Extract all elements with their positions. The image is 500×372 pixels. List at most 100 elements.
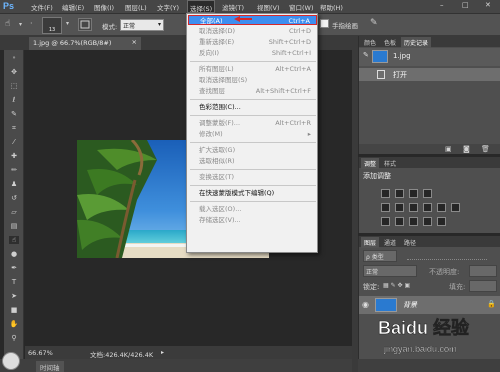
menu-help[interactable]: 帮助(H) [320,2,343,12]
invert-icon[interactable] [381,217,390,226]
select-menu-item[interactable]: 色彩范围(C)... [188,102,317,112]
zoom-tool-icon[interactable]: ⚲ [9,334,19,342]
history-brush-tool-icon[interactable]: ↺ [9,194,19,202]
finger-painting-checkbox[interactable] [320,19,329,28]
menu-layer[interactable]: 图层(L) [125,2,147,12]
eyedropper-tool-icon[interactable]: ⁄ [9,138,19,146]
select-menu-item[interactable]: 在快速蒙版模式下编辑(Q) [188,188,317,198]
layer-filter-select[interactable]: ρ 类型 [363,250,397,262]
hand-tool-icon[interactable]: ✋ [9,320,19,328]
history-snapshot-row[interactable]: ✎ 1.jpg [359,48,500,66]
select-menu-item[interactable]: 变换选区(T) [188,172,317,182]
shape-tool-icon[interactable]: ■ [9,306,19,314]
brush-tool-icon[interactable]: ✏ [9,166,19,174]
tab-color[interactable]: 颜色 [361,37,379,48]
photo-filter-icon[interactable] [437,203,446,212]
trash-icon[interactable]: 🗑 [481,145,490,153]
history-state-row[interactable]: 打开 [359,68,500,81]
tab-paths[interactable]: 路径 [401,237,419,248]
zoom-level[interactable]: 66.67% [28,349,53,357]
status-menu-arrow-icon[interactable]: ▸ [161,349,164,356]
healing-brush-tool-icon[interactable]: ✚ [9,152,19,160]
pressure-pen-icon[interactable]: ✎ [370,18,378,28]
brush-size-picker[interactable]: 13 [42,17,62,34]
menu-window[interactable]: 窗口(W) [289,2,314,12]
smudge-tool-icon[interactable]: ☝ [5,19,10,29]
select-menu-item[interactable]: 取消选择(D) Ctrl+D [188,26,317,36]
history-brush-source-icon[interactable]: ✎ [363,51,369,59]
channel-mixer-icon[interactable] [451,203,460,212]
posterize-icon[interactable] [395,217,404,226]
smudge-tool-active-icon[interactable]: ☝ [9,236,19,244]
close-button[interactable]: ✕ [485,1,491,9]
select-menu-item[interactable]: 扩大选取(G) [188,145,317,155]
new-document-icon[interactable]: ▣ [445,145,452,153]
color-balance-icon[interactable] [409,203,418,212]
move-tool-icon[interactable]: ✥ [9,68,19,76]
gradient-tool-icon[interactable]: ▤ [9,222,19,230]
dodge-tool-icon[interactable]: ● [9,250,19,258]
curves-icon[interactable] [409,189,418,198]
tab-channels[interactable]: 通道 [381,237,399,248]
menu-file[interactable]: 文件(F) [31,2,53,12]
crop-tool-icon[interactable]: ⌗ [9,124,19,132]
black-white-icon[interactable] [423,203,432,212]
opacity-input[interactable] [469,265,497,277]
select-menu-item[interactable]: 所有图层(L) Alt+Ctrl+A [188,64,317,74]
eraser-tool-icon[interactable]: ▱ [9,208,19,216]
close-tab-icon[interactable]: × [132,38,137,46]
menu-edit[interactable]: 编辑(E) [62,2,84,12]
document-tab[interactable]: 1.jpg @ 66.7%(RGB/8#) × [29,37,141,50]
brush-picker-icon[interactable]: · [30,19,33,28]
select-menu-item[interactable]: 选取相似(R) [188,156,317,166]
select-menu-item[interactable]: 存储选区(V)... [188,215,317,225]
lasso-tool-icon[interactable]: ℓ [9,96,19,104]
select-menu-item[interactable]: 调整蒙版(F)... Alt+Ctrl+R [188,118,317,128]
tab-adjustments[interactable]: 调整 [361,158,380,169]
layer-filter-icons[interactable] [407,252,487,260]
toolbar-collapse-icon[interactable]: » [9,54,19,62]
marquee-tool-icon[interactable]: ⬚ [9,82,19,90]
gradient-map-icon[interactable] [437,217,446,226]
menu-view[interactable]: 视图(V) [257,2,280,12]
select-menu-item[interactable]: 载入选区(O)... [188,204,317,214]
timeline-tab[interactable]: 时间轴 [36,361,64,372]
tab-styles[interactable]: 样式 [381,158,399,169]
menu-type[interactable]: 文字(Y) [157,2,179,12]
maximize-button[interactable]: □ [462,1,469,9]
fill-input[interactable] [469,280,497,292]
exposure-icon[interactable] [423,189,432,198]
selective-color-icon[interactable] [423,217,432,226]
select-menu-item[interactable]: 重新选择(E) Shift+Ctrl+D [188,37,317,47]
menu-filter[interactable]: 滤镜(T) [222,2,244,12]
visibility-eye-icon[interactable]: ◉ [362,300,369,309]
select-menu-item[interactable]: 修改(M) ▸ [188,129,317,139]
blend-mode-select[interactable]: 正常 [363,265,417,277]
menu-image[interactable]: 图像(I) [94,2,114,12]
tab-history[interactable]: 历史记录 [401,37,432,48]
quick-select-tool-icon[interactable]: ✎ [9,110,19,118]
pen-tool-icon[interactable]: ✒ [9,264,19,272]
vibrance-icon[interactable] [381,203,390,212]
levels-icon[interactable] [395,189,404,198]
select-menu-item[interactable]: 全部(A) Ctrl+A [188,15,317,25]
threshold-icon[interactable] [409,217,418,226]
minimize-button[interactable]: – [440,1,444,9]
tab-swatches[interactable]: 色板 [381,37,399,48]
tool-preset-arrow-icon[interactable]: ▾ [19,21,22,28]
brush-panel-toggle[interactable] [78,18,92,31]
clone-stamp-tool-icon[interactable]: ♟ [9,180,19,188]
hue-saturation-icon[interactable] [395,203,404,212]
select-menu-item[interactable]: 取消选择图层(S) [188,75,317,85]
menu-select[interactable]: 选择(S) [187,0,216,13]
brightness-icon[interactable] [381,189,390,198]
snapshot-camera-icon[interactable]: ◙ [463,145,470,153]
path-select-tool-icon[interactable]: ➤ [9,292,19,300]
lock-options-icon[interactable]: ▦ ✎ ✥ ▣ [383,282,410,289]
select-menu-item[interactable]: 查找图层 Alt+Shift+Ctrl+F [188,86,317,96]
tab-layers[interactable]: 图层 [361,237,380,248]
type-tool-icon[interactable]: T [9,278,19,286]
brush-dropdown-arrow-icon[interactable]: ▾ [66,20,69,27]
mode-select[interactable]: 正常 ▾ [120,19,164,31]
select-menu-item[interactable]: 反向(I) Shift+Ctrl+I [188,48,317,58]
